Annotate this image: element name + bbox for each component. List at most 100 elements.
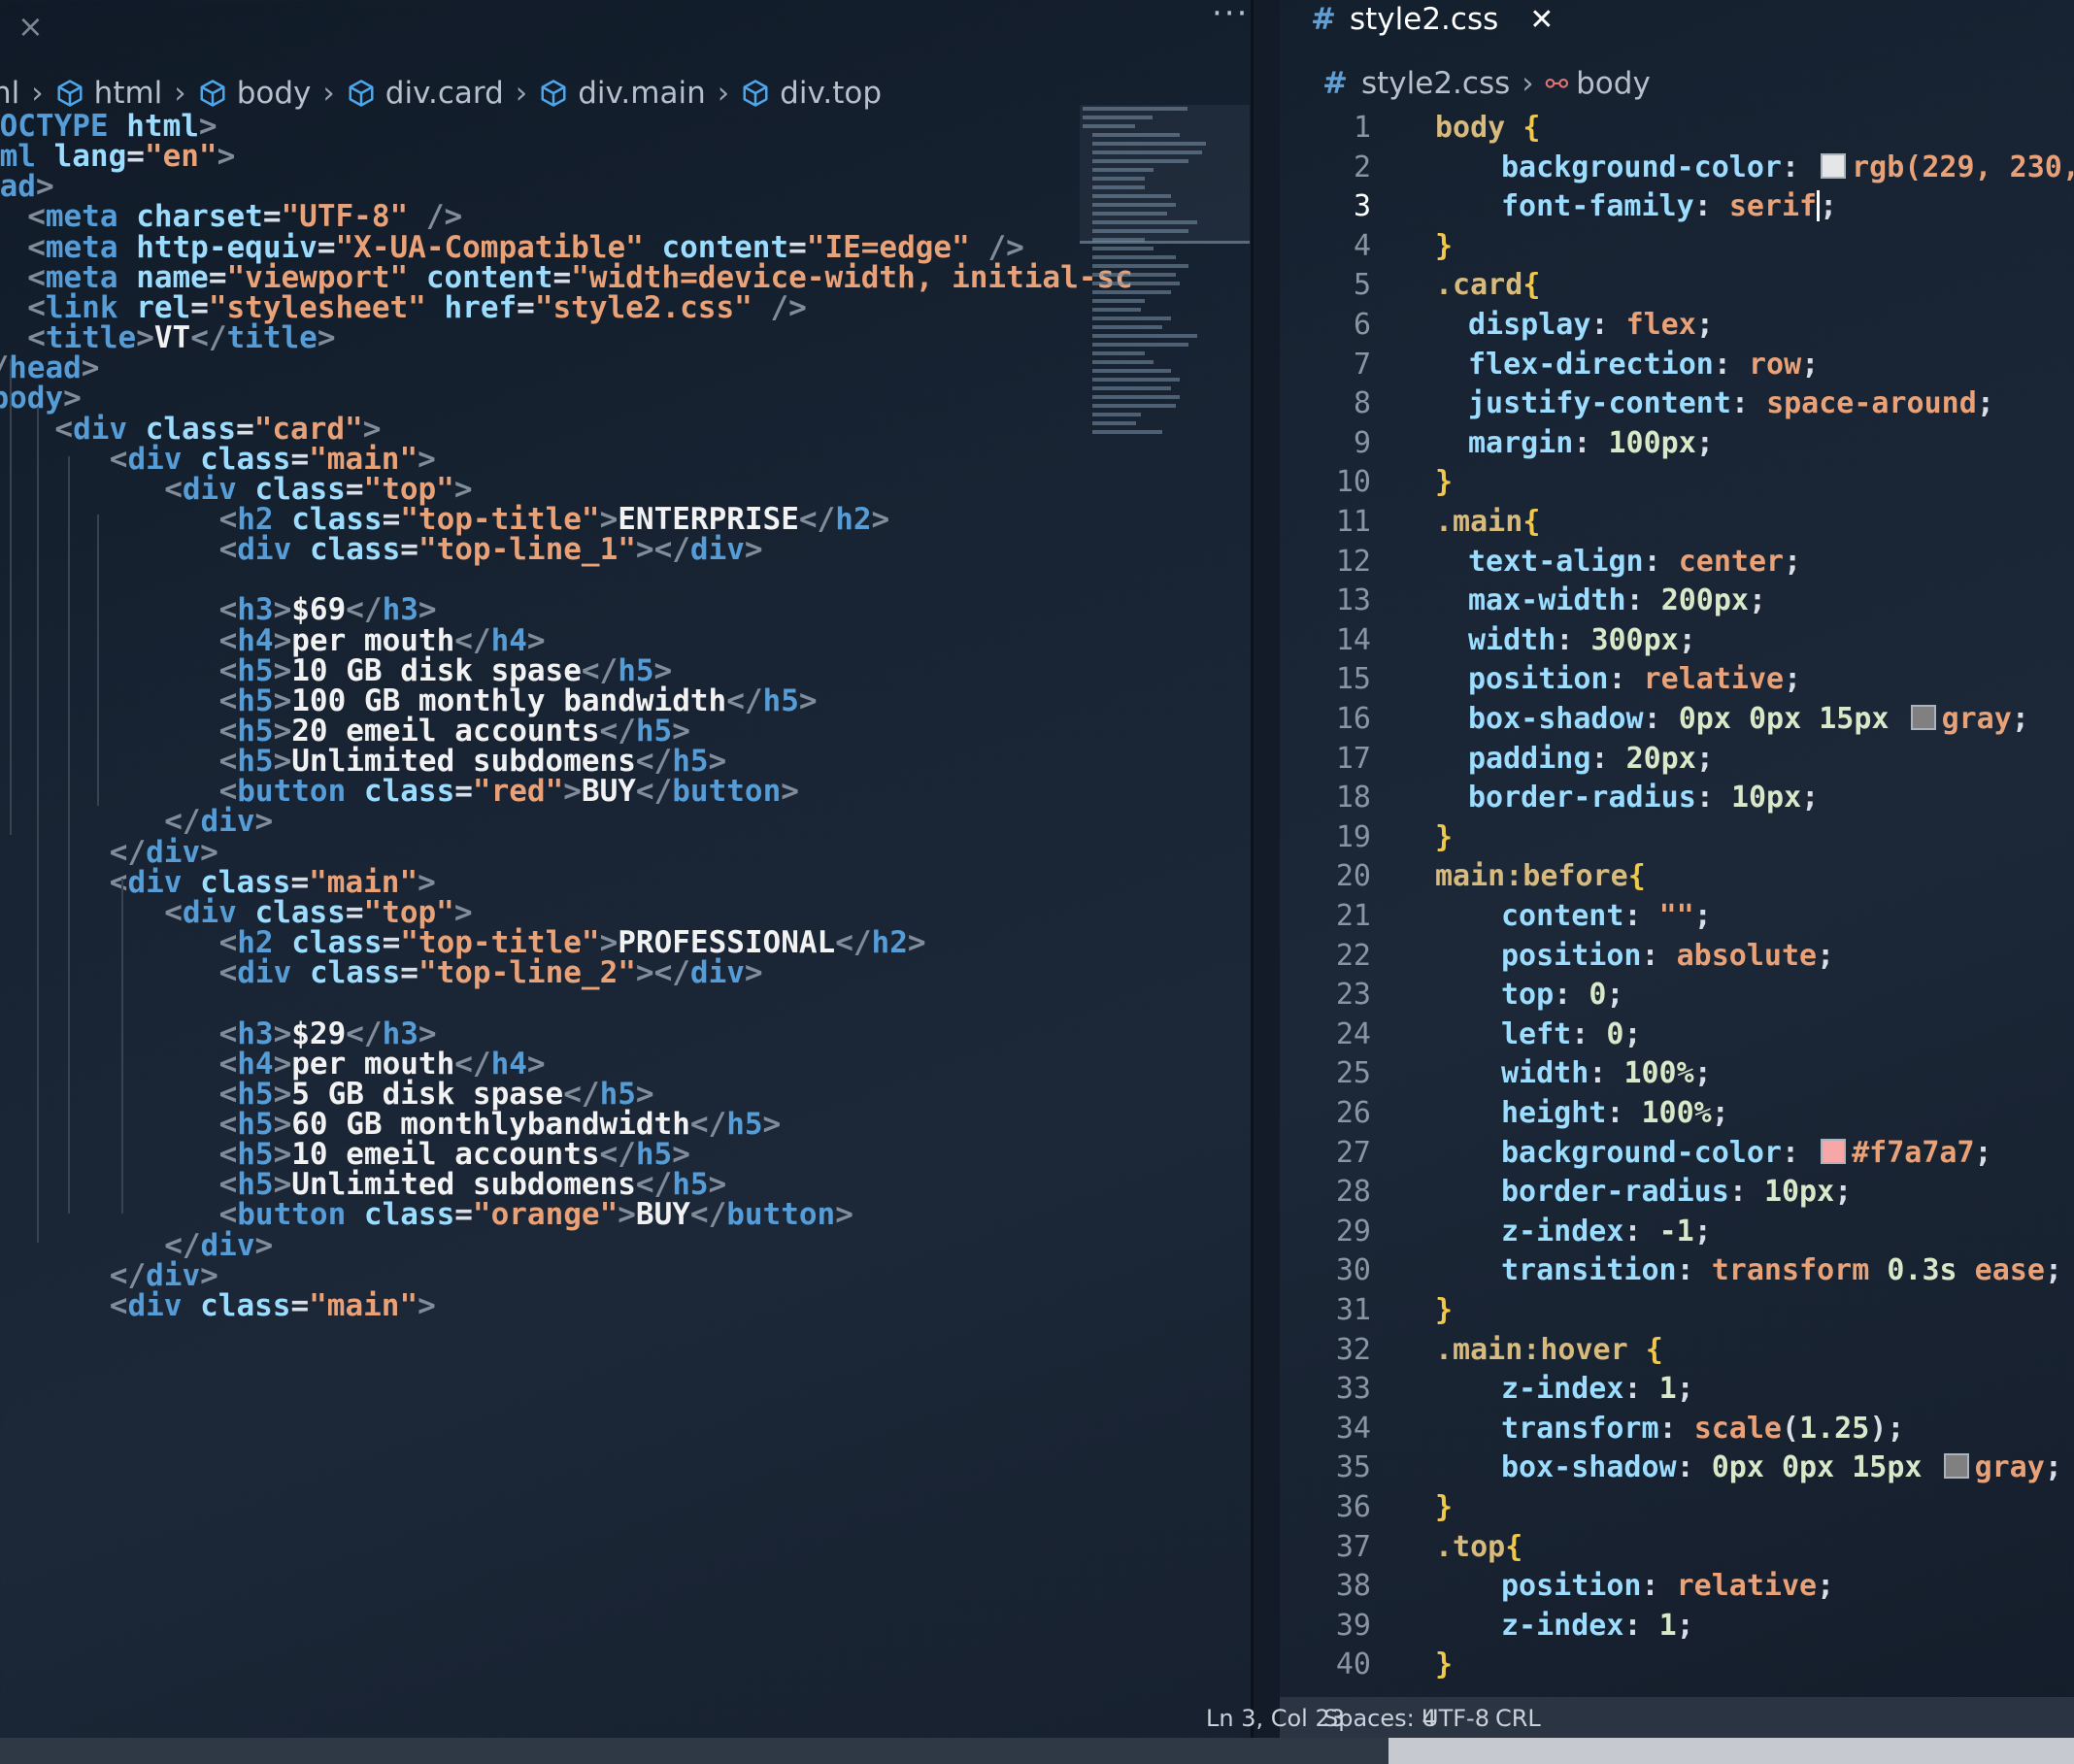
minimap-line	[1092, 378, 1180, 382]
css-code-line[interactable]: 6 display: flex;	[1280, 306, 2074, 345]
css-code-line[interactable]: 26 height: 100%;	[1280, 1094, 2074, 1133]
css-code-line[interactable]: 19}	[1280, 818, 2074, 857]
minimap[interactable]	[1083, 107, 1248, 495]
css-code-line[interactable]: 23 top: 0;	[1280, 976, 2074, 1015]
css-code-content: margin: 100px;	[1468, 424, 1714, 463]
html-code-line[interactable]: <div class="main">	[110, 1284, 436, 1327]
line-number: 21	[1335, 899, 1371, 933]
status-bar: Ln 3, Col 23 Spaces: 4 UTF-8 CRL	[1206, 1697, 2074, 1738]
css-code-content: width: 100%;	[1501, 1054, 1712, 1093]
minimap-line	[1092, 142, 1206, 146]
code-token: "en"	[144, 139, 217, 175]
code-token: >	[317, 320, 336, 356]
css-code-line[interactable]: 16 box-shadow: 0px 0px 15px gray;	[1280, 700, 2074, 739]
css-code-line[interactable]: 30 transition: transform 0.3s ease;	[1280, 1251, 2074, 1290]
css-code-line[interactable]: 33 z-index: 1;	[1280, 1370, 2074, 1409]
css-code-line[interactable]: 40}	[1280, 1646, 2074, 1684]
css-code-line[interactable]: 3 font-family: serif;	[1280, 187, 2074, 226]
minimap-line	[1092, 421, 1136, 425]
css-code-line[interactable]: 21 content: "";	[1280, 897, 2074, 936]
css-code-line[interactable]: 5 .card{	[1280, 266, 2074, 305]
css-code-line[interactable]: 1 body {	[1280, 109, 2074, 148]
css-code-line[interactable]: 31}	[1280, 1291, 2074, 1330]
code-token: </	[835, 925, 872, 961]
css-code-line[interactable]: 38 position: relative;	[1280, 1567, 2074, 1606]
more-actions-icon[interactable]: ···	[1212, 0, 1249, 33]
css-code-line[interactable]: 27 background-color: #f7a7a7;	[1280, 1134, 2074, 1173]
code-token: <	[109, 441, 128, 477]
css-code-line[interactable]: 20 main:before{	[1280, 857, 2074, 896]
eol-setting[interactable]: CRL	[1495, 1705, 1541, 1732]
css-code-line[interactable]: 10}	[1280, 463, 2074, 502]
css-code-line[interactable]: 17 padding: 20px;	[1280, 740, 2074, 779]
css-code-content: box-shadow: 0px 0px 15px gray;	[1468, 700, 2029, 739]
html-code-line[interactable]: <button class="red">BUY</button>	[219, 770, 799, 813]
code-token: padding	[1468, 741, 1591, 776]
line-number: 14	[1335, 622, 1371, 657]
minimap-line	[1092, 316, 1171, 320]
code-token: 1.25	[1799, 1411, 1870, 1446]
close-editor-icon[interactable]: ×	[17, 8, 44, 45]
css-code-line[interactable]: 13 max-width: 200px;	[1280, 582, 2074, 620]
css-code-line[interactable]: 29 z-index: -1;	[1280, 1213, 2074, 1251]
css-code-line[interactable]: 18 border-radius: 10px;	[1280, 779, 2074, 817]
breadcrumb-item[interactable]: div.top	[741, 76, 882, 111]
css-breadcrumb[interactable]: # style2.css › ⚯ body	[1322, 58, 1651, 109]
css-code-line[interactable]: 37 .top{	[1280, 1528, 2074, 1567]
code-token: :	[1623, 1372, 1659, 1407]
code-token: >	[563, 774, 582, 810]
css-code-line[interactable]: 34 transform: scale(1.25);	[1280, 1410, 2074, 1448]
line-number: 30	[1335, 1253, 1371, 1288]
css-code-line[interactable]: 32 .main:hover {	[1280, 1331, 2074, 1370]
css-code-line[interactable]: 8 justify-content: space-around;	[1280, 384, 2074, 423]
css-code-line[interactable]: 9 margin: 100px;	[1280, 424, 2074, 463]
line-number: 3	[1353, 189, 1371, 224]
html-code-line[interactable]: <div class="top-line_2"></div>	[219, 951, 763, 994]
indentation-setting[interactable]: Spaces: 4	[1323, 1705, 1437, 1732]
breadcrumb-item[interactable]: # style2.css	[1322, 66, 1510, 101]
close-tab-icon[interactable]: ✕	[1529, 3, 1554, 37]
breadcrumb-label: div.card	[385, 76, 504, 111]
color-swatch[interactable]	[1821, 1138, 1847, 1164]
css-code-line[interactable]: 4}	[1280, 227, 2074, 266]
css-code-line[interactable]: 2 background-color: rgb(229, 230,	[1280, 149, 2074, 187]
css-code-line[interactable]: 35 box-shadow: 0px 0px 15px gray;	[1280, 1448, 2074, 1487]
css-code-line[interactable]: 7 flex-direction: row;	[1280, 346, 2074, 384]
css-code-line[interactable]: 22 position: absolute;	[1280, 937, 2074, 976]
breadcrumb-item[interactable]: div.card	[347, 76, 504, 111]
code-token: >	[762, 1106, 782, 1142]
css-code-line[interactable]: 24 left: 0;	[1280, 1015, 2074, 1054]
css-code-line[interactable]: 11 .main{	[1280, 503, 2074, 542]
css-code-line[interactable]: 25 width: 100%;	[1280, 1054, 2074, 1093]
breadcrumb-item[interactable]: div.main	[539, 76, 706, 111]
tab-style2-css[interactable]: # style2.css ✕	[1311, 0, 1554, 39]
chevron-right-icon: ›	[1522, 66, 1534, 101]
encoding-setting[interactable]: UTF-8	[1422, 1705, 1489, 1732]
code-token: .card	[1435, 268, 1523, 303]
code-token: div	[689, 955, 745, 991]
code-token: >	[136, 320, 154, 356]
html-code-line[interactable]: <button class="orange">BUY</button>	[219, 1193, 853, 1236]
css-code-line[interactable]: 28 border-radius: 10px;	[1280, 1173, 2074, 1212]
css-code-line[interactable]: 12 text-align: center;	[1280, 543, 2074, 582]
chevron-right-icon: ›	[717, 76, 730, 111]
chevron-right-icon: ›	[322, 76, 335, 111]
editor-split-divider[interactable]	[1251, 0, 1280, 1738]
breadcrumb-item[interactable]: ⚯ body	[1546, 66, 1651, 101]
code-token: serif	[1728, 189, 1818, 224]
html-code-line[interactable]: <div class="top-line_1"></div>	[219, 528, 763, 571]
color-swatch[interactable]	[1910, 705, 1936, 730]
minimap-line	[1092, 308, 1141, 312]
color-swatch[interactable]	[1821, 152, 1847, 179]
css-code-line[interactable]: 15 position: relative;	[1280, 660, 2074, 699]
color-swatch[interactable]	[1943, 1453, 1969, 1480]
css-code-line[interactable]: 14 width: 300px;	[1280, 621, 2074, 660]
css-code-line[interactable]: 39 z-index: 1;	[1280, 1607, 2074, 1646]
css-code-line[interactable]: 36}	[1280, 1488, 2074, 1527]
html-editor-pane[interactable]: × ··· nl › html › body › div.card › div.main › div…	[0, 0, 1251, 1738]
code-token: border-radius	[1501, 1175, 1729, 1210]
code-token: >	[418, 1287, 436, 1323]
code-token: 0.3s	[1887, 1253, 1957, 1288]
minimap-line	[1092, 273, 1176, 277]
code-token: >	[835, 1197, 853, 1233]
